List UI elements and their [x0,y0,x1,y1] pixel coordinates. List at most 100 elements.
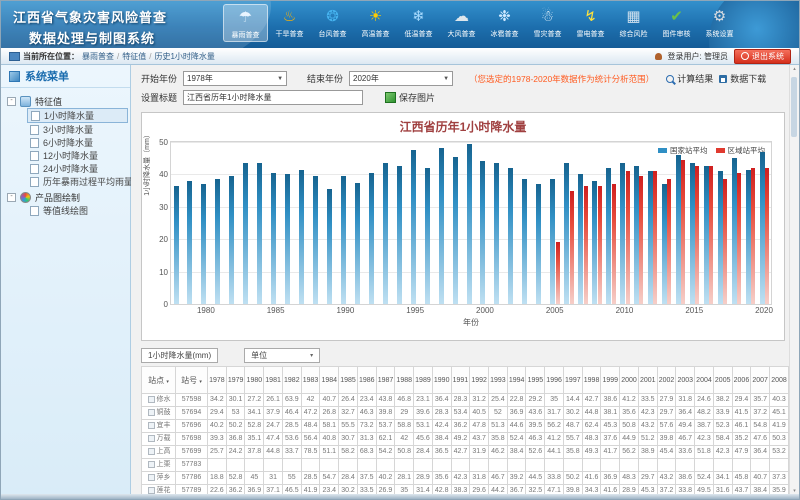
table-row-万载[interactable]: 万载5769839.336.835.147.453.656.440.830.73… [142,433,789,446]
column-header-year[interactable]: 1991 [451,367,470,394]
column-header-year[interactable]: 1999 [601,367,620,394]
table-row-宜丰[interactable]: 宜丰5769640.250.252.824.728.548.458.155.57… [142,420,789,433]
column-header-year[interactable]: 1997 [563,367,582,394]
toolbar-item-wind[interactable]: ☁大风普查 [440,4,483,42]
collapse-icon[interactable]: - [7,193,16,202]
measure-selector[interactable]: 1小时降水量(mm) [141,348,218,363]
column-header-year[interactable]: 1983 [301,367,320,394]
download-button[interactable]: 数据下载 [719,72,766,85]
station-name-cell[interactable]: 上栗 [142,459,176,472]
column-header-code[interactable]: 站号 ▾ [176,367,208,394]
table-row-上高[interactable]: 上高5769925.724.237.844.833.778.551.158.26… [142,446,789,459]
column-header-year[interactable]: 2006 [732,367,751,394]
value-cell: 31 [264,472,283,485]
column-header-year[interactable]: 1996 [545,367,564,394]
sidebar-item-历年暴雨过程平均雨量[interactable]: 历年暴雨过程平均雨量 [27,175,128,188]
row-select-icon[interactable] [148,461,155,468]
row-select-icon[interactable] [148,487,155,494]
column-header-year[interactable]: 1990 [432,367,451,394]
logout-button[interactable]: 退出系统 [734,49,791,64]
column-header-year[interactable]: 1982 [282,367,301,394]
tree-group-header[interactable]: -特征值 [7,94,128,108]
column-header-station[interactable]: 站点 ▾ [142,367,176,394]
toolbar-item-rainstorm[interactable]: ☂暴雨普查 [223,4,268,42]
row-select-icon[interactable] [148,422,155,429]
toolbar-item-lightning[interactable]: ↯雷电普查 [569,4,612,42]
sidebar-item-6小时降水量[interactable]: 6小时降水量 [27,136,128,149]
breadcrumb: 当前所在位置： 暴雨普查 / 特征值 / 历史1小时降水量 [9,51,215,62]
column-header-year[interactable]: 1987 [376,367,395,394]
toolbar-item-typhoon[interactable]: ❂台风普查 [311,4,354,42]
toolbar-item-hail[interactable]: ❉冰雹普查 [483,4,526,42]
toolbar-item-drought[interactable]: ♨干旱普查 [268,4,311,42]
table-row-萍乡[interactable]: 萍乡5778618.852.845315528.554.728.437.540.… [142,472,789,485]
chart-title-input[interactable]: 江西省历年1小时降水量 [183,90,363,105]
column-header-year[interactable]: 1994 [507,367,526,394]
column-header-year[interactable]: 1980 [245,367,264,394]
table-row-铜鼓[interactable]: 铜鼓5769429.45334.137.946.447.226.832.746.… [142,407,789,420]
sidebar-item-1小时降水量[interactable]: 1小时降水量 [27,108,128,123]
column-header-year[interactable]: 2008 [770,367,789,394]
tree-group-header[interactable]: -产品图绘制 [7,190,128,204]
value-cell: 49.4 [676,420,695,433]
column-header-year[interactable]: 1995 [526,367,545,394]
value-cell: 35 [545,394,564,407]
unit-dropdown[interactable]: 单位 ▾ [244,348,320,363]
column-header-year[interactable]: 1989 [414,367,433,394]
vertical-scrollbar[interactable]: ▴ ▾ [789,65,799,496]
bar-national-2000 [480,161,485,304]
save-image-button[interactable]: 保存图片 [385,91,435,104]
breadcrumb-seg-1[interactable]: 暴雨普查 [82,51,114,62]
toolbar-item-snow[interactable]: ☃雪灾普查 [526,4,569,42]
column-header-year[interactable]: 1984 [320,367,339,394]
sidebar-item-等值线绘图[interactable]: 等值线绘图 [27,204,128,217]
toolbar-item-settings[interactable]: ⚙系统设置 [698,4,741,42]
column-header-year[interactable]: 2003 [676,367,695,394]
start-year-select[interactable]: 1978年▼ [183,71,287,86]
chart-panel: 江西省历年1小时降水量 1小时降水量（mm） 年份 国家站平均区域站平均 010… [141,112,785,341]
vertical-scroll-thumb[interactable] [791,77,797,137]
station-name-cell[interactable]: 上高 [142,446,176,459]
column-header-year[interactable]: 1998 [582,367,601,394]
station-name-cell[interactable]: 万载 [142,433,176,446]
column-header-year[interactable]: 1992 [470,367,489,394]
toolbar-item-low-temp[interactable]: ❄低温普查 [397,4,440,42]
row-select-icon[interactable] [148,409,155,416]
column-header-year[interactable]: 2004 [695,367,714,394]
station-name-cell[interactable]: 修水 [142,394,176,407]
calculate-button[interactable]: 计算结果 [666,72,713,85]
column-header-year[interactable]: 1981 [264,367,283,394]
column-header-year[interactable]: 1978 [208,367,227,394]
breadcrumb-seg-2[interactable]: 特征值 [122,51,146,62]
column-header-year[interactable]: 1985 [339,367,358,394]
collapse-icon[interactable]: - [7,97,16,106]
column-header-year[interactable]: 2000 [620,367,639,394]
toolbar-item-calculator[interactable]: ▦综合风险 [612,4,655,42]
bar-regional-2008 [598,186,602,304]
breadcrumb-seg-3[interactable]: 历史1小时降水量 [154,51,214,62]
end-year-select[interactable]: 2020年▼ [349,71,453,86]
column-header-year[interactable]: 1986 [357,367,376,394]
row-select-icon[interactable] [148,448,155,455]
toolbar-item-map-check[interactable]: ✔图件审核 [655,4,698,42]
column-header-year[interactable]: 2007 [751,367,770,394]
table-row-修水[interactable]: 修水5759834.230.127.226.163.94240.726.423.… [142,394,789,407]
row-select-icon[interactable] [148,474,155,481]
column-header-year[interactable]: 2002 [657,367,676,394]
sidebar-item-24小时降水量[interactable]: 24小时降水量 [27,162,128,175]
row-select-icon[interactable] [148,396,155,403]
row-select-icon[interactable] [148,435,155,442]
column-header-year[interactable]: 2005 [713,367,732,394]
column-header-year[interactable]: 1988 [395,367,414,394]
station-name-cell[interactable]: 宜丰 [142,420,176,433]
station-name-cell[interactable]: 铜鼓 [142,407,176,420]
sidebar-item-3小时降水量[interactable]: 3小时降水量 [27,123,128,136]
column-header-year[interactable]: 1993 [489,367,508,394]
column-header-year[interactable]: 2001 [638,367,657,394]
table-row-上栗[interactable]: 上栗57783 [142,459,789,472]
toolbar-item-high-temp[interactable]: ☀高温普查 [354,4,397,42]
scroll-up-icon[interactable]: ▴ [790,65,799,74]
station-name-cell[interactable]: 萍乡 [142,472,176,485]
column-header-year[interactable]: 1979 [226,367,245,394]
sidebar-item-12小时降水量[interactable]: 12小时降水量 [27,149,128,162]
